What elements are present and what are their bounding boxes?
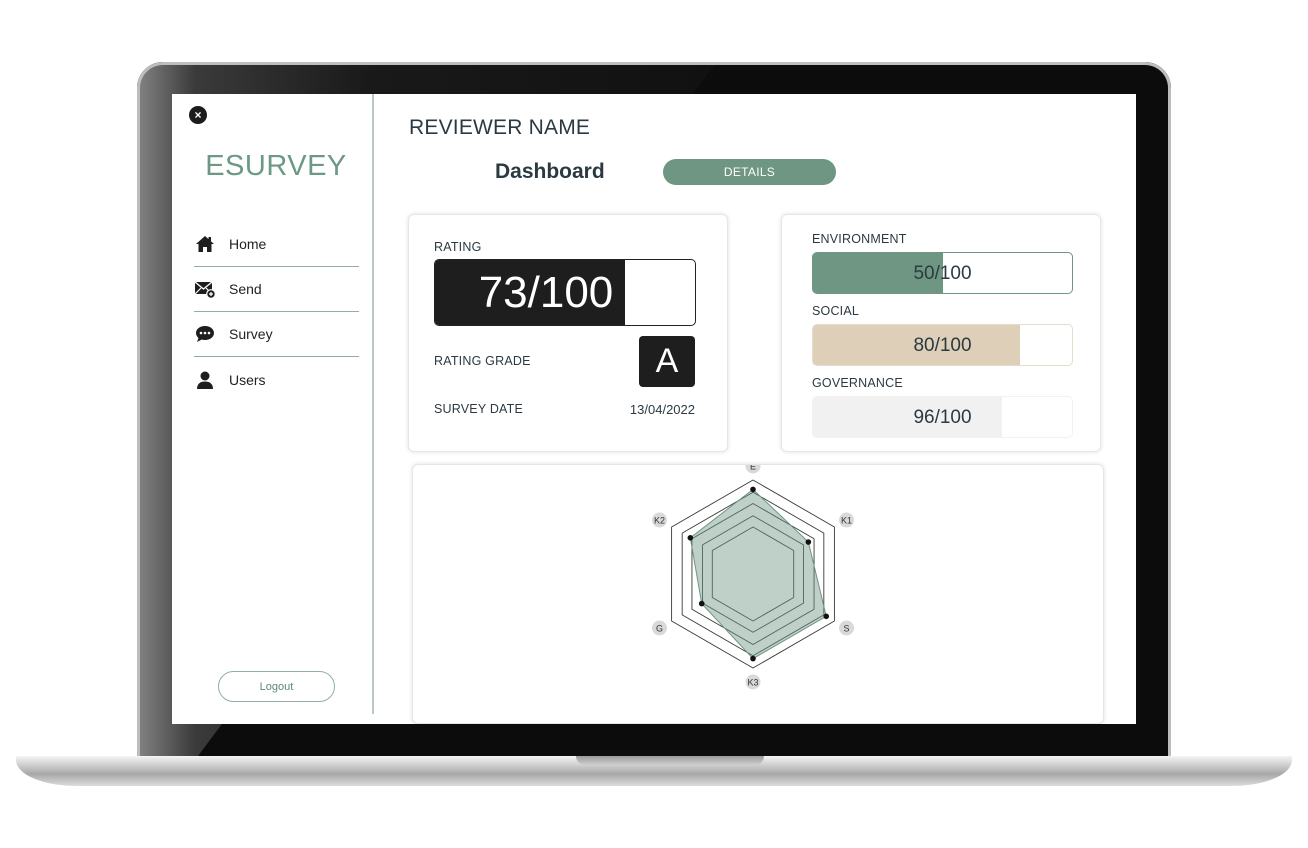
- governance-bar: 96/100: [812, 396, 1073, 438]
- social-bar: 80/100: [812, 324, 1073, 366]
- radar-axis-label-k1: K1: [841, 515, 852, 525]
- user-icon: [194, 369, 216, 391]
- radar-axis-label-s: S: [844, 623, 850, 633]
- details-button[interactable]: DETAILS: [663, 159, 836, 185]
- radar-axis-label-e: E: [750, 465, 756, 471]
- sidebar-item-label: Survey: [229, 326, 273, 342]
- survey-date-label: SURVEY DATE: [434, 402, 524, 416]
- page-title: Dashboard: [495, 160, 605, 183]
- social-label: SOCIAL: [812, 304, 860, 318]
- rating-grade-badge: A: [639, 336, 695, 387]
- laptop-mockup: × ESURVEY Home Send Survey Users Logout …: [0, 0, 1308, 848]
- chat-bubble-icon: [194, 323, 216, 345]
- sidebar-nav: Home Send Survey Users: [194, 222, 359, 402]
- radar-point-g: [698, 600, 705, 607]
- home-icon: [194, 233, 216, 255]
- social-value: 80/100: [913, 335, 972, 356]
- environment-label: ENVIRONMENT: [812, 232, 907, 246]
- radar-point-k2: [687, 535, 694, 541]
- radar-point-e: [750, 486, 756, 493]
- app-screen: × ESURVEY Home Send Survey Users Logout …: [172, 94, 1136, 724]
- esg-metrics-card: ENVIRONMENT 50/100 SOCIAL 80/100 GOVERNA…: [781, 214, 1101, 452]
- sidebar-item-users[interactable]: Users: [194, 357, 359, 402]
- app-logo: ESURVEY: [205, 150, 347, 182]
- radar-series-area: [689, 488, 827, 660]
- sidebar-item-label: Users: [229, 371, 266, 388]
- governance-value: 96/100: [913, 407, 972, 428]
- laptop-base: [16, 756, 1292, 786]
- sidebar-item-home[interactable]: Home: [194, 222, 359, 267]
- survey-date-value: 13/04/2022: [629, 402, 695, 417]
- sidebar-item-label: Home: [229, 236, 267, 252]
- sidebar-item-survey[interactable]: Survey: [194, 312, 359, 357]
- radar-chart-card: E K1 S K3 G K2: [412, 464, 1104, 724]
- rating-card: RATING 73/100 RATING GRADE A SURVEY DATE…: [408, 214, 728, 452]
- radar-point-s: [823, 613, 830, 620]
- rating-bar: 73/100: [434, 259, 696, 326]
- laptop-notch: [576, 756, 764, 765]
- send-mail-icon: [194, 278, 216, 300]
- sidebar-item-label: Send: [229, 281, 262, 297]
- environment-value: 50/100: [913, 263, 972, 284]
- logout-button[interactable]: Logout: [218, 671, 335, 702]
- sidebar: × ESURVEY Home Send Survey Users Logout: [172, 94, 374, 714]
- radar-axis-label-k3: K3: [747, 677, 758, 687]
- governance-label: GOVERNANCE: [812, 376, 903, 390]
- close-icon[interactable]: ×: [189, 106, 207, 124]
- rating-grade-label: RATING GRADE: [434, 354, 531, 368]
- rating-value: 73/100: [478, 268, 614, 317]
- radar-axis-label-k2: K2: [654, 515, 665, 525]
- radar-point-k3: [750, 655, 756, 662]
- reviewer-name: REVIEWER NAME: [409, 116, 591, 139]
- sidebar-item-send[interactable]: Send: [194, 267, 359, 312]
- radar-point-k1: [805, 539, 812, 545]
- radar-chart: E K1 S K3 G K2: [651, 465, 855, 690]
- rating-label: RATING: [434, 240, 482, 254]
- environment-bar: 50/100: [812, 252, 1073, 294]
- radar-axis-label-g: G: [656, 623, 663, 633]
